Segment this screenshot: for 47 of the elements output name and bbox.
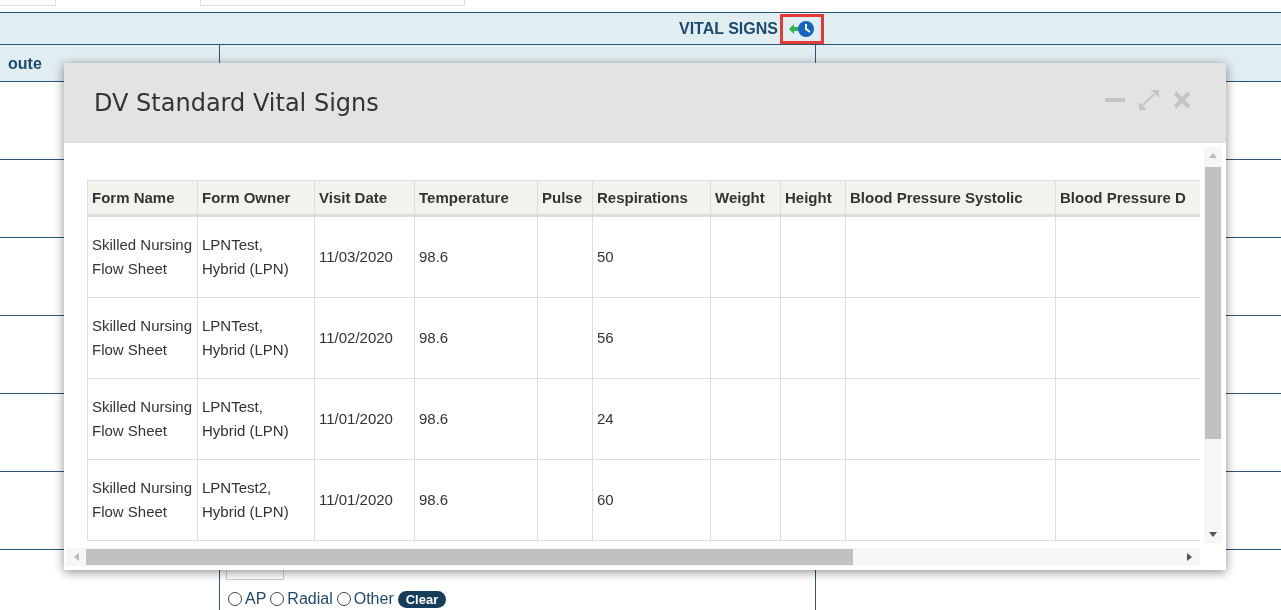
scroll-right-icon[interactable] xyxy=(1186,552,1194,562)
scroll-up-icon[interactable] xyxy=(1208,151,1218,159)
table-cell: Skilled Nursing Flow Sheet xyxy=(92,317,193,358)
clear-button[interactable]: Clear xyxy=(397,590,447,608)
table-cell: Skilled Nursing Flow Sheet xyxy=(92,479,193,520)
arrow-clock-icon xyxy=(787,18,817,39)
scroll-down-icon[interactable] xyxy=(1208,531,1218,539)
column-header: Form Name xyxy=(92,189,175,206)
table-cell: 98.6 xyxy=(419,410,449,427)
radio-label[interactable]: AP xyxy=(245,590,267,608)
radio-label[interactable]: Radial xyxy=(287,590,333,608)
table-cell: 56 xyxy=(597,329,614,346)
dialog-title: DV Standard Vital Signs xyxy=(94,89,379,117)
table-cell: 98.6 xyxy=(419,329,449,346)
column-header: Temperature xyxy=(419,189,509,206)
column-header: Weight xyxy=(715,189,765,206)
table-cell: 11/01/2020 xyxy=(319,410,393,427)
table-cell: LPNTest, Hybrid (LPN) xyxy=(202,236,289,277)
column-header: Blood Pressure Systolic xyxy=(850,189,1023,206)
radio-label[interactable]: Other xyxy=(353,590,394,608)
column-header: Form Owner xyxy=(202,189,291,206)
scroll-left-icon[interactable] xyxy=(72,552,80,562)
horizontal-scrollbar[interactable] xyxy=(66,548,1200,566)
table-cell: Skilled Nursing Flow Sheet xyxy=(92,398,193,439)
column-header: oute xyxy=(7,54,42,73)
table-cell: 11/02/2020 xyxy=(319,329,393,346)
history-button[interactable] xyxy=(780,13,824,44)
table-cell: LPNTest2, Hybrid (LPN) xyxy=(202,479,289,520)
table-cell: 11/01/2020 xyxy=(319,491,393,508)
table-cell: 24 xyxy=(597,410,614,427)
table-cell: 11/03/2020 xyxy=(319,248,393,265)
column-header: Blood Pressure D xyxy=(1060,189,1186,206)
table-cell: 50 xyxy=(597,248,614,265)
column-header: Visit Date xyxy=(319,189,388,206)
table-cell: 98.6 xyxy=(419,248,449,265)
vertical-scrollbar[interactable] xyxy=(1204,147,1222,543)
table-cell: LPNTest, Hybrid (LPN) xyxy=(202,398,289,439)
table-cell: Skilled Nursing Flow Sheet xyxy=(92,236,193,277)
column-header: Pulse xyxy=(542,189,583,206)
table-cell: 98.6 xyxy=(419,491,449,508)
section-title: VITAL SIGNS xyxy=(679,19,778,38)
close-icon[interactable] xyxy=(1172,90,1192,110)
column-header: Height xyxy=(785,189,832,206)
table-cell: LPNTest, Hybrid (LPN) xyxy=(202,317,289,358)
table-cell: 60 xyxy=(597,491,614,508)
column-header: Respirations xyxy=(597,189,688,206)
expand-icon[interactable] xyxy=(1138,89,1160,111)
